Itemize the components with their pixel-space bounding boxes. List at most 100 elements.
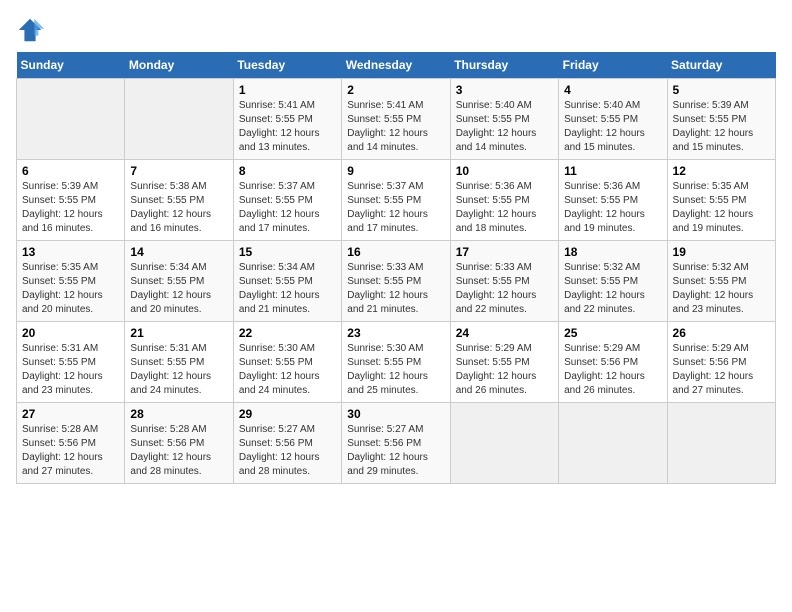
- day-cell: 9 Sunrise: 5:37 AM Sunset: 5:55 PM Daylig…: [342, 160, 450, 241]
- day-cell: 24Sunrise: 5:29 AM Sunset: 5:55 PM Dayli…: [450, 322, 558, 403]
- week-row-3: 13 Sunrise: 5:35 AM Sunset: 5:55 PM Dayli…: [17, 241, 776, 322]
- day-number: 19: [673, 245, 770, 259]
- day-info: Sunrise: 5:32 AM Sunset: 5:55 PM Dayligh…: [564, 261, 661, 317]
- day-info: Sunrise: 5:29 AM Sunset: 5:56 PM Dayligh…: [673, 342, 770, 398]
- logo-icon: [16, 16, 44, 44]
- week-row-2: 6Sunrise: 5:39 AM Sunset: 5:55 PM Daylig…: [17, 160, 776, 241]
- day-info: Sunrise: 5:39 AM Sunset: 5:55 PM Dayligh…: [22, 180, 119, 236]
- day-number: 11: [564, 164, 661, 178]
- weekday-header-tuesday: Tuesday: [233, 52, 341, 79]
- day-cell: 6Sunrise: 5:39 AM Sunset: 5:55 PM Daylig…: [17, 160, 125, 241]
- day-number: 26: [673, 326, 770, 340]
- day-cell: 3 Sunrise: 5:40 AM Sunset: 5:55 PM Daylig…: [450, 79, 558, 160]
- day-number: 23: [347, 326, 444, 340]
- day-info: Sunrise: 5:30 AM Sunset: 5:55 PM Dayligh…: [239, 342, 336, 398]
- day-number: 22: [239, 326, 336, 340]
- weekday-header-monday: Monday: [125, 52, 233, 79]
- day-number: 13: [22, 245, 119, 259]
- day-cell: 21Sunrise: 5:31 AM Sunset: 5:55 PM Dayli…: [125, 322, 233, 403]
- day-number: 20: [22, 326, 119, 340]
- day-number: 24: [456, 326, 553, 340]
- day-info: Sunrise: 5:41 AM Sunset: 5:55 PM Dayligh…: [239, 99, 336, 155]
- day-info: Sunrise: 5:31 AM Sunset: 5:55 PM Dayligh…: [22, 342, 119, 398]
- day-number: 28: [130, 407, 227, 421]
- day-info: Sunrise: 5:35 AM Sunset: 5:55 PM Dayligh…: [22, 261, 119, 317]
- day-info: Sunrise: 5:34 AM Sunset: 5:55 PM Dayligh…: [130, 261, 227, 317]
- day-number: 9: [347, 164, 444, 178]
- day-cell: 20 Sunrise: 5:31 AM Sunset: 5:55 PM Dayli…: [17, 322, 125, 403]
- day-cell: 5 Sunrise: 5:39 AM Sunset: 5:55 PM Daylig…: [667, 79, 775, 160]
- day-info: Sunrise: 5:31 AM Sunset: 5:55 PM Dayligh…: [130, 342, 227, 398]
- day-cell: 27 Sunrise: 5:28 AM Sunset: 5:56 PM Dayli…: [17, 403, 125, 484]
- day-number: 3: [456, 83, 553, 97]
- day-cell: 2 Sunrise: 5:41 AM Sunset: 5:55 PM Daylig…: [342, 79, 450, 160]
- day-cell: 15 Sunrise: 5:34 AM Sunset: 5:55 PM Dayli…: [233, 241, 341, 322]
- day-cell: 17Sunrise: 5:33 AM Sunset: 5:55 PM Dayli…: [450, 241, 558, 322]
- day-info: Sunrise: 5:41 AM Sunset: 5:55 PM Dayligh…: [347, 99, 444, 155]
- day-number: 27: [22, 407, 119, 421]
- weekday-header-sunday: Sunday: [17, 52, 125, 79]
- weekday-header-thursday: Thursday: [450, 52, 558, 79]
- weekday-header-saturday: Saturday: [667, 52, 775, 79]
- day-cell: [559, 403, 667, 484]
- page-header: [16, 16, 776, 44]
- day-info: Sunrise: 5:34 AM Sunset: 5:55 PM Dayligh…: [239, 261, 336, 317]
- day-cell: 16 Sunrise: 5:33 AM Sunset: 5:55 PM Dayli…: [342, 241, 450, 322]
- day-number: 16: [347, 245, 444, 259]
- day-info: Sunrise: 5:33 AM Sunset: 5:55 PM Dayligh…: [347, 261, 444, 317]
- day-cell: [17, 79, 125, 160]
- day-cell: 18 Sunrise: 5:32 AM Sunset: 5:55 PM Dayli…: [559, 241, 667, 322]
- day-number: 29: [239, 407, 336, 421]
- day-number: 12: [673, 164, 770, 178]
- week-row-5: 27 Sunrise: 5:28 AM Sunset: 5:56 PM Dayli…: [17, 403, 776, 484]
- day-number: 5: [673, 83, 770, 97]
- day-info: Sunrise: 5:37 AM Sunset: 5:55 PM Dayligh…: [239, 180, 336, 236]
- day-number: 14: [130, 245, 227, 259]
- day-info: Sunrise: 5:38 AM Sunset: 5:55 PM Dayligh…: [130, 180, 227, 236]
- day-number: 17: [456, 245, 553, 259]
- day-number: 30: [347, 407, 444, 421]
- day-cell: 22 Sunrise: 5:30 AM Sunset: 5:55 PM Dayli…: [233, 322, 341, 403]
- day-cell: 13 Sunrise: 5:35 AM Sunset: 5:55 PM Dayli…: [17, 241, 125, 322]
- day-info: Sunrise: 5:27 AM Sunset: 5:56 PM Dayligh…: [347, 423, 444, 479]
- day-cell: [450, 403, 558, 484]
- day-cell: 1Sunrise: 5:41 AM Sunset: 5:55 PM Daylig…: [233, 79, 341, 160]
- day-info: Sunrise: 5:39 AM Sunset: 5:55 PM Dayligh…: [673, 99, 770, 155]
- day-cell: 25Sunrise: 5:29 AM Sunset: 5:56 PM Dayli…: [559, 322, 667, 403]
- day-cell: 4Sunrise: 5:40 AM Sunset: 5:55 PM Daylig…: [559, 79, 667, 160]
- day-info: Sunrise: 5:27 AM Sunset: 5:56 PM Dayligh…: [239, 423, 336, 479]
- day-info: Sunrise: 5:40 AM Sunset: 5:55 PM Dayligh…: [564, 99, 661, 155]
- day-cell: [125, 79, 233, 160]
- day-cell: 19 Sunrise: 5:32 AM Sunset: 5:55 PM Dayli…: [667, 241, 775, 322]
- day-number: 7: [130, 164, 227, 178]
- day-cell: 28Sunrise: 5:28 AM Sunset: 5:56 PM Dayli…: [125, 403, 233, 484]
- calendar-table: SundayMondayTuesdayWednesdayThursdayFrid…: [16, 52, 776, 484]
- day-info: Sunrise: 5:32 AM Sunset: 5:55 PM Dayligh…: [673, 261, 770, 317]
- day-cell: 11 Sunrise: 5:36 AM Sunset: 5:55 PM Dayli…: [559, 160, 667, 241]
- weekday-header-wednesday: Wednesday: [342, 52, 450, 79]
- day-info: Sunrise: 5:36 AM Sunset: 5:55 PM Dayligh…: [564, 180, 661, 236]
- day-info: Sunrise: 5:36 AM Sunset: 5:55 PM Dayligh…: [456, 180, 553, 236]
- day-number: 18: [564, 245, 661, 259]
- day-info: Sunrise: 5:30 AM Sunset: 5:55 PM Dayligh…: [347, 342, 444, 398]
- day-cell: 14 Sunrise: 5:34 AM Sunset: 5:55 PM Dayli…: [125, 241, 233, 322]
- day-info: Sunrise: 5:37 AM Sunset: 5:55 PM Dayligh…: [347, 180, 444, 236]
- day-cell: 10Sunrise: 5:36 AM Sunset: 5:55 PM Dayli…: [450, 160, 558, 241]
- day-number: 15: [239, 245, 336, 259]
- day-info: Sunrise: 5:29 AM Sunset: 5:56 PM Dayligh…: [564, 342, 661, 398]
- day-cell: 26 Sunrise: 5:29 AM Sunset: 5:56 PM Dayli…: [667, 322, 775, 403]
- day-cell: 30 Sunrise: 5:27 AM Sunset: 5:56 PM Dayli…: [342, 403, 450, 484]
- day-cell: 12 Sunrise: 5:35 AM Sunset: 5:55 PM Dayli…: [667, 160, 775, 241]
- day-number: 8: [239, 164, 336, 178]
- weekday-header-friday: Friday: [559, 52, 667, 79]
- day-info: Sunrise: 5:28 AM Sunset: 5:56 PM Dayligh…: [22, 423, 119, 479]
- day-number: 2: [347, 83, 444, 97]
- day-info: Sunrise: 5:40 AM Sunset: 5:55 PM Dayligh…: [456, 99, 553, 155]
- week-row-1: 1Sunrise: 5:41 AM Sunset: 5:55 PM Daylig…: [17, 79, 776, 160]
- day-info: Sunrise: 5:35 AM Sunset: 5:55 PM Dayligh…: [673, 180, 770, 236]
- day-cell: 8 Sunrise: 5:37 AM Sunset: 5:55 PM Daylig…: [233, 160, 341, 241]
- week-row-4: 20 Sunrise: 5:31 AM Sunset: 5:55 PM Dayli…: [17, 322, 776, 403]
- weekday-header-row: SundayMondayTuesdayWednesdayThursdayFrid…: [17, 52, 776, 79]
- day-cell: 7 Sunrise: 5:38 AM Sunset: 5:55 PM Daylig…: [125, 160, 233, 241]
- day-cell: 23 Sunrise: 5:30 AM Sunset: 5:55 PM Dayli…: [342, 322, 450, 403]
